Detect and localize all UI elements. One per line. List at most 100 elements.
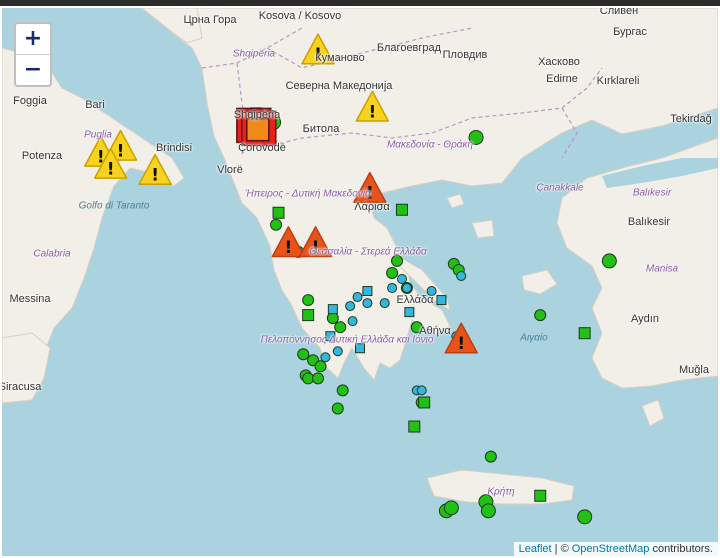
green-station-square-marker[interactable] — [272, 206, 285, 219]
blue-station-circle-marker[interactable] — [416, 385, 427, 396]
blue-station-circle-marker[interactable] — [456, 270, 467, 281]
blue-station-square-marker[interactable] — [327, 304, 338, 315]
attribution-suffix: contributors. — [649, 543, 713, 555]
exclamation-icon: ! — [457, 334, 465, 354]
blue-station-circle-marker[interactable] — [320, 352, 331, 363]
green-station-circle-marker[interactable] — [601, 253, 617, 269]
blue-station-circle-marker[interactable] — [401, 283, 412, 294]
zoom-out-button[interactable]: − — [16, 54, 50, 85]
green-station-square-marker[interactable] — [578, 327, 591, 340]
green-station-square-marker[interactable] — [408, 420, 421, 433]
place-label: Foggia — [13, 95, 47, 107]
map-view[interactable]: !!!!!!!!!! Црна Гора Kosova / Kosovo Shqip… — [2, 8, 718, 556]
place-label: Çorovodë — [238, 142, 286, 154]
place-label: Siracusa — [2, 381, 42, 393]
place-label: Ελλάδα — [396, 294, 434, 306]
attribution-separator: | © — [551, 543, 572, 555]
blue-station-square-marker[interactable] — [436, 295, 447, 306]
blue-station-square-marker[interactable] — [362, 286, 373, 297]
leaflet-link[interactable]: Leaflet — [519, 543, 552, 555]
zoom-in-button[interactable]: + — [16, 24, 50, 54]
zoom-control: + − — [14, 22, 52, 87]
place-label: Северна Македонија — [285, 80, 393, 92]
place-label: Shqipëria — [232, 48, 276, 60]
place-label: Μακεδονία - Θράκη — [386, 139, 474, 151]
place-label: Brindisi — [155, 142, 193, 154]
blue-station-circle-marker[interactable] — [396, 273, 407, 284]
place-label: Kırklareli — [596, 75, 640, 87]
green-station-circle-marker[interactable] — [577, 509, 593, 525]
place-label: Битола — [302, 123, 340, 135]
green-station-circle-marker[interactable] — [443, 500, 459, 516]
green-station-square-marker[interactable] — [302, 309, 315, 322]
green-station-circle-marker[interactable] — [302, 372, 315, 385]
green-station-circle-marker[interactable] — [326, 312, 339, 325]
green-station-circle-marker[interactable] — [312, 372, 325, 385]
place-label: Πελοπόννησος Δυτική Ελλάδα και Ιόνιο — [260, 334, 434, 346]
place-label: Balıkesir — [632, 187, 672, 199]
blue-station-circle-marker[interactable] — [332, 346, 343, 357]
place-label: Сливен — [599, 8, 639, 17]
green-station-circle-marker[interactable] — [331, 402, 344, 415]
place-label: Κρήτη — [487, 486, 515, 498]
map-frame: !!!!!!!!!! Црна Гора Kosova / Kosovo Shqip… — [0, 6, 720, 558]
place-label: Tekirdağ — [670, 113, 712, 125]
blue-station-circle-marker[interactable] — [387, 283, 398, 294]
place-label: Vlorë — [217, 164, 243, 176]
place-label: Puglia — [84, 129, 112, 141]
green-station-square-marker[interactable] — [395, 203, 408, 216]
place-label: Manisa — [645, 263, 679, 275]
place-label: Пловдив — [442, 49, 488, 61]
blue-station-circle-marker[interactable] — [345, 301, 356, 312]
green-station-circle-marker[interactable] — [297, 348, 310, 361]
place-label: Благоевград — [376, 42, 442, 54]
exclamation-icon: ! — [117, 141, 125, 161]
green-station-circle-marker[interactable] — [484, 450, 497, 463]
place-label: Kosova / Kosovo — [258, 10, 342, 22]
osm-link[interactable]: OpenStreetMap — [572, 543, 650, 555]
place-label: Куманово — [315, 52, 365, 64]
green-station-square-marker[interactable] — [534, 489, 547, 502]
exclamation-icon: ! — [151, 166, 159, 186]
blue-station-circle-marker[interactable] — [379, 298, 390, 309]
blue-station-circle-marker[interactable] — [352, 292, 363, 303]
place-label: Potenza — [21, 150, 63, 162]
map-attribution: Leaflet | © OpenStreetMap contributors. — [513, 542, 718, 556]
place-label: Bari — [85, 99, 105, 111]
place-label: Αθήνα — [419, 325, 451, 337]
place-label: Calabria — [33, 248, 71, 260]
place-label: Muğla — [679, 364, 709, 376]
place-label: Messina — [9, 293, 51, 305]
green-station-circle-marker[interactable] — [302, 294, 315, 307]
place-label: Θεσσαλία - Στερεά Ελλάδα — [309, 246, 427, 258]
green-station-circle-marker[interactable] — [314, 360, 327, 373]
yellow-warning-icon[interactable]: ! — [138, 153, 172, 186]
place-label: Edirne — [546, 73, 578, 85]
green-station-square-marker[interactable] — [418, 396, 431, 409]
place-label: Balıkesir — [627, 216, 671, 228]
place-label: Aydın — [631, 313, 659, 325]
place-label: Хасково — [538, 56, 580, 68]
green-station-circle-marker[interactable] — [480, 503, 496, 519]
place-label: Golfo di Taranto — [78, 200, 150, 212]
place-label: Црна Гора — [183, 14, 237, 26]
place-label: Ήπειρος - Δυτική Μακεδονία — [245, 188, 371, 200]
place-label: Çanakkale — [536, 182, 584, 194]
place-label: Λάρισα — [354, 201, 390, 213]
blue-station-circle-marker[interactable] — [347, 316, 358, 327]
green-station-circle-marker[interactable] — [534, 309, 547, 322]
green-station-circle-marker[interactable] — [334, 321, 347, 334]
yellow-warning-icon[interactable]: ! — [355, 90, 390, 122]
orange-alert-square-marker[interactable] — [246, 117, 270, 142]
exclamation-icon: ! — [368, 102, 376, 122]
blue-station-circle-marker[interactable] — [362, 298, 373, 309]
green-station-circle-marker[interactable] — [386, 266, 399, 279]
orange-warning-icon[interactable]: ! — [271, 226, 306, 258]
exclamation-icon: ! — [285, 238, 293, 258]
exclamation-icon: ! — [107, 159, 115, 179]
green-station-circle-marker[interactable] — [270, 218, 283, 231]
green-station-circle-marker[interactable] — [336, 384, 349, 397]
place-label: Shqipëria — [233, 109, 281, 121]
blue-station-square-marker[interactable] — [404, 307, 415, 318]
place-label: Αιγαίο — [520, 332, 548, 344]
